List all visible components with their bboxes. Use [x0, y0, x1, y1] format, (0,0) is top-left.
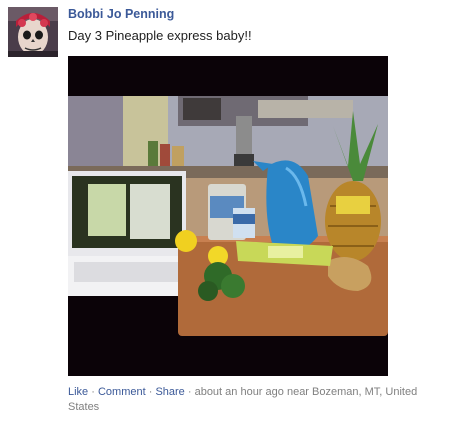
- post-meta-line: Like · Comment · Share · about an hour a…: [68, 385, 448, 415]
- juice-ingredients-photo-icon: [68, 56, 388, 376]
- like-link[interactable]: Like: [68, 386, 88, 398]
- avatar[interactable]: [8, 7, 58, 57]
- profile-photo-icon: [8, 7, 58, 57]
- timestamp: about an hour ago: [194, 386, 284, 398]
- location-prefix: near: [286, 386, 309, 398]
- post-message: Day 3 Pineapple express baby!!: [68, 28, 252, 43]
- separator: ·: [184, 386, 195, 398]
- comment-link[interactable]: Comment: [98, 386, 146, 398]
- author-name-link[interactable]: Bobbi Jo Penning: [68, 7, 174, 21]
- separator: ·: [145, 386, 156, 398]
- post-photo[interactable]: [68, 56, 388, 376]
- share-link[interactable]: Share: [155, 386, 184, 398]
- separator: ·: [88, 386, 98, 398]
